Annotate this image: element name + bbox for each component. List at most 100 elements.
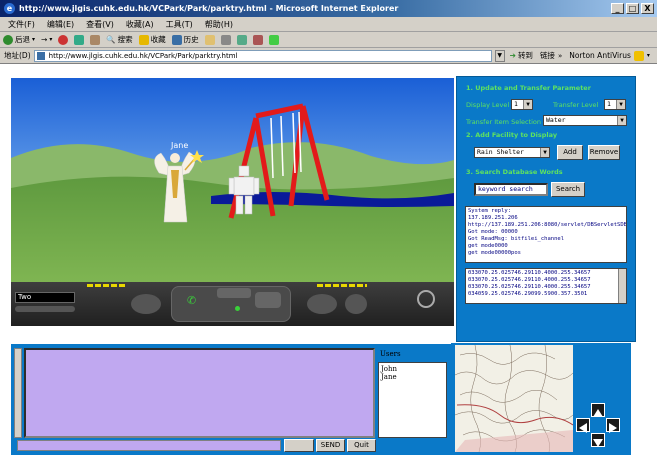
minimize-button[interactable]: _ bbox=[611, 3, 624, 14]
vrml-scene-viewport[interactable]: Jane bbox=[11, 78, 454, 282]
section-update-transfer: 1. Update and Transfer Parameter bbox=[466, 84, 591, 92]
nav-up-button[interactable] bbox=[591, 403, 605, 417]
forward-button[interactable]: → ▾ bbox=[41, 35, 52, 44]
links-label[interactable]: 链接 bbox=[540, 50, 555, 61]
back-button[interactable]: 后退 ▾ bbox=[3, 34, 35, 45]
mail-icon[interactable] bbox=[204, 34, 215, 45]
transfer-level-label: Transfer Level bbox=[553, 101, 599, 109]
chevron-down-icon: ▼ bbox=[523, 100, 532, 109]
remove-button[interactable]: Remove bbox=[588, 145, 620, 160]
history-label: 历史 bbox=[183, 35, 199, 44]
nav-left-button[interactable] bbox=[576, 418, 590, 433]
go-button[interactable]: ➔ 转到 bbox=[510, 50, 533, 61]
norton-label[interactable]: Norton AntiVirus bbox=[569, 51, 631, 60]
result-line: 033070.25.025746.29110.4000.255.34657 bbox=[468, 277, 591, 283]
back-arrow-icon bbox=[3, 34, 13, 45]
chat-scrollbar[interactable] bbox=[14, 348, 22, 438]
section-search-database: 3. Search Database Words bbox=[466, 168, 563, 176]
toolbar-chevron-icon[interactable]: » bbox=[558, 52, 562, 60]
menu-view[interactable]: 查看(V) bbox=[86, 19, 114, 30]
nav-down-button[interactable] bbox=[591, 433, 605, 447]
maximize-button[interactable]: □ bbox=[626, 3, 639, 14]
home-icon[interactable] bbox=[90, 34, 101, 45]
result-line: 033070.25.025746.29110.4000.255.34657 bbox=[468, 284, 591, 290]
refresh-icon[interactable] bbox=[74, 34, 85, 45]
reply-line: get mode0000 bbox=[468, 243, 508, 249]
reply-line: System reply: bbox=[468, 208, 512, 214]
display-level-value: 1 bbox=[514, 100, 518, 108]
address-input[interactable]: http://www.jlgis.cuhk.edu.hk/VCPark/Park… bbox=[33, 49, 492, 62]
arrow-left-icon bbox=[579, 423, 587, 433]
star-icon bbox=[138, 34, 149, 45]
dash-right-control-2[interactable] bbox=[345, 294, 367, 314]
nav-right-button[interactable] bbox=[606, 418, 620, 433]
favorites-button[interactable]: 收藏 bbox=[138, 34, 166, 45]
users-list[interactable]: John Jane bbox=[378, 362, 447, 438]
messenger-icon[interactable] bbox=[268, 34, 279, 45]
discuss-icon[interactable] bbox=[252, 34, 263, 45]
window-controls: _ □ X bbox=[611, 3, 654, 14]
search-button-db[interactable]: Search bbox=[551, 182, 585, 197]
display-level-label: Display Level bbox=[466, 101, 510, 109]
cosmo-swirl-icon bbox=[417, 290, 435, 308]
system-reply-box[interactable]: System reply: 137.189.251.206 http://137… bbox=[465, 206, 627, 263]
chevron-down-icon: ▼ bbox=[540, 148, 549, 157]
dash-indicator-left bbox=[87, 284, 125, 287]
arrow-up-icon bbox=[593, 409, 603, 417]
search-input[interactable]: keyword search bbox=[474, 183, 548, 196]
favorites-label: 收藏 bbox=[150, 35, 166, 44]
user-item[interactable]: John bbox=[381, 365, 444, 373]
chat-input[interactable] bbox=[17, 440, 281, 451]
arrow-right-icon bbox=[609, 423, 617, 433]
send-button[interactable]: SEND bbox=[316, 439, 345, 452]
menu-help[interactable]: 帮助(H) bbox=[205, 19, 233, 30]
walk-icon[interactable]: ✆ bbox=[187, 294, 196, 307]
arrow-down-icon bbox=[593, 439, 603, 447]
chat-log[interactable] bbox=[24, 348, 375, 438]
results-scrollbar[interactable] bbox=[618, 269, 626, 303]
print-icon[interactable] bbox=[220, 34, 231, 45]
map-region bbox=[455, 430, 573, 452]
close-button[interactable]: X bbox=[641, 3, 654, 14]
search-input-value: keyword search bbox=[478, 185, 533, 193]
edit-icon[interactable] bbox=[236, 34, 247, 45]
transfer-item-select[interactable]: Water ▼ bbox=[543, 115, 627, 126]
examine-control[interactable] bbox=[255, 292, 281, 308]
map-path bbox=[456, 404, 573, 426]
result-line: 034059.25.025746.29099.5900.357.3501 bbox=[468, 291, 588, 297]
menu-favorites[interactable]: 收藏(A) bbox=[126, 19, 154, 30]
pan-control[interactable] bbox=[217, 288, 251, 298]
standard-toolbar: 后退 ▾ → ▾ 🔍 搜索 收藏 历史 bbox=[0, 32, 657, 48]
history-button[interactable]: 历史 bbox=[171, 34, 199, 45]
stop-icon[interactable] bbox=[58, 34, 69, 45]
blank-button[interactable] bbox=[284, 439, 314, 452]
search-label: 搜索 bbox=[117, 35, 133, 44]
chevron-down-icon[interactable]: ▾ bbox=[647, 52, 650, 59]
add-button[interactable]: Add bbox=[557, 145, 583, 160]
viewpoint-name: Two bbox=[18, 293, 32, 301]
overview-map[interactable] bbox=[455, 345, 573, 452]
dash-right-control[interactable] bbox=[307, 294, 337, 314]
results-list[interactable]: 033070.25.025746.29110.4000.255.34657 03… bbox=[465, 268, 627, 304]
reply-line: Got mode: 00000 bbox=[468, 229, 518, 235]
go-label: 转到 bbox=[517, 51, 533, 60]
page-icon bbox=[36, 51, 45, 60]
menu-bar: 文件(F) 编辑(E) 查看(V) 收藏(A) 工具(T) 帮助(H) bbox=[0, 17, 657, 32]
quit-button[interactable]: Quit bbox=[347, 439, 376, 452]
menu-edit[interactable]: 编辑(E) bbox=[47, 19, 74, 30]
viewpoint-bar[interactable] bbox=[15, 306, 75, 312]
search-button[interactable]: 🔍 搜索 bbox=[106, 34, 132, 45]
section-add-facility: 2. Add Facility to Display bbox=[466, 131, 558, 139]
address-dropdown[interactable]: ▼ bbox=[494, 49, 505, 62]
user-item[interactable]: Jane bbox=[381, 373, 444, 381]
display-level-select[interactable]: 1 ▼ bbox=[511, 99, 533, 110]
dash-left-control[interactable] bbox=[131, 294, 161, 314]
norton-icon[interactable] bbox=[633, 50, 644, 61]
reply-line: 137.189.251.206 bbox=[468, 215, 518, 221]
menu-file[interactable]: 文件(F) bbox=[8, 19, 35, 30]
viewpoint-name-field[interactable]: Two bbox=[15, 292, 75, 303]
zoom-indicator-icon[interactable] bbox=[235, 306, 240, 311]
menu-tools[interactable]: 工具(T) bbox=[166, 19, 193, 30]
transfer-level-select[interactable]: 1 ▼ bbox=[604, 99, 626, 110]
facility-select[interactable]: Rain Shelter ▼ bbox=[474, 147, 550, 158]
